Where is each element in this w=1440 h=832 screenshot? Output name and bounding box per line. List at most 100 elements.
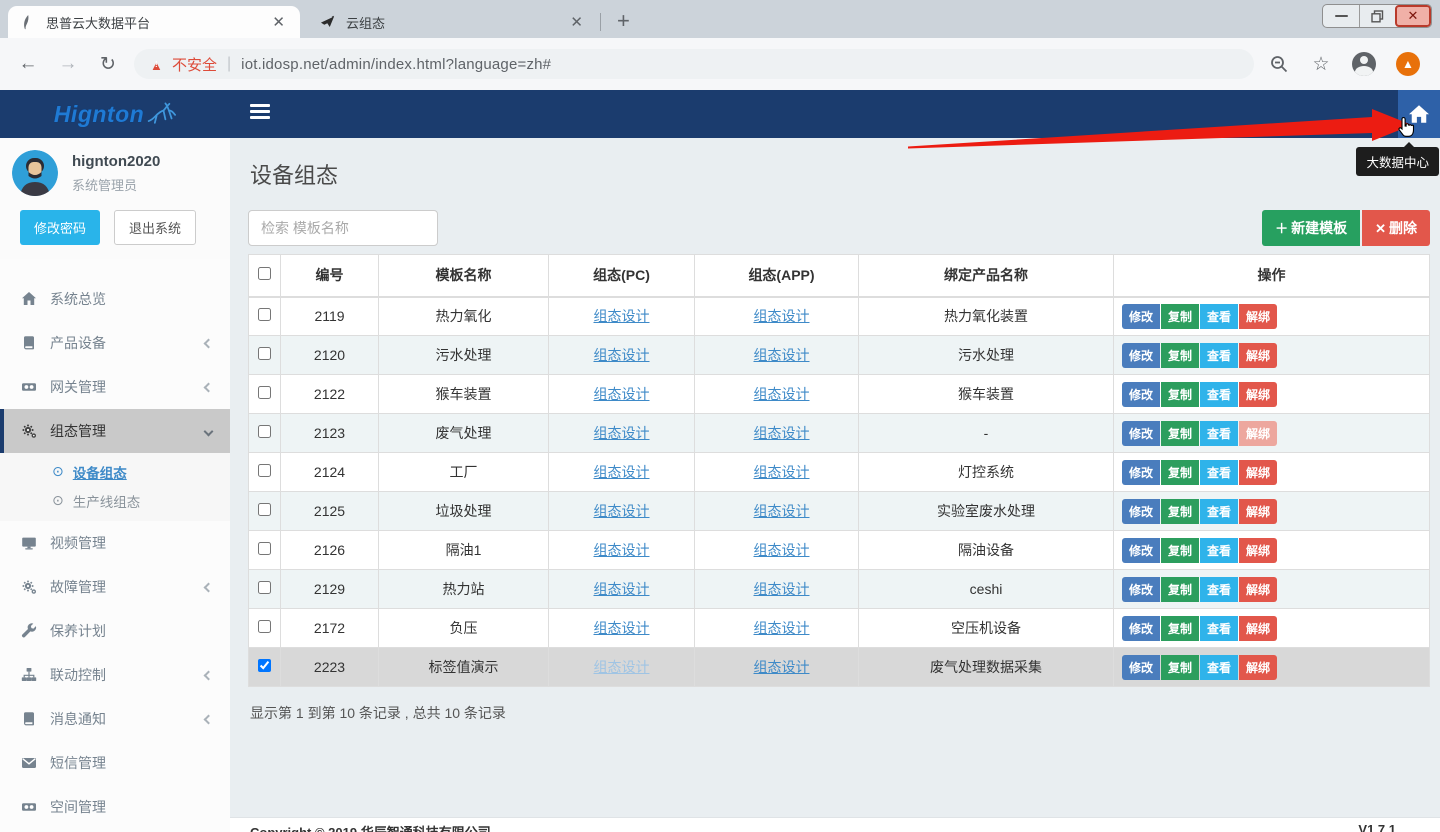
back-icon[interactable]: ←	[8, 53, 48, 75]
datacenter-home-button[interactable]	[1398, 90, 1440, 138]
action-copy-button[interactable]: 复制	[1161, 304, 1199, 329]
reload-icon[interactable]: ↻	[88, 53, 128, 76]
sidebar-item-2[interactable]: 网关管理	[0, 365, 230, 409]
row-checkbox[interactable]	[258, 308, 271, 321]
action-unbind-button[interactable]: 解绑	[1239, 538, 1277, 563]
row-checkbox[interactable]	[258, 581, 271, 594]
action-view-button[interactable]: 查看	[1200, 616, 1238, 641]
app-design-link[interactable]: 组态设计	[754, 386, 810, 402]
sidebar-item-4[interactable]: 视频管理	[0, 521, 230, 565]
row-checkbox[interactable]	[258, 503, 271, 516]
row-checkbox[interactable]	[258, 386, 271, 399]
action-edit-button[interactable]: 修改	[1122, 655, 1160, 680]
app-design-link[interactable]: 组态设计	[754, 464, 810, 480]
logout-button[interactable]: 退出系统	[114, 210, 196, 245]
action-view-button[interactable]: 查看	[1200, 343, 1238, 368]
browser-tab-platform[interactable]: 思普云大数据平台 ✕	[8, 6, 300, 38]
app-design-link[interactable]: 组态设计	[754, 581, 810, 597]
row-checkbox[interactable]	[258, 620, 271, 633]
action-unbind-button[interactable]: 解绑	[1239, 577, 1277, 602]
action-view-button[interactable]: 查看	[1200, 499, 1238, 524]
sidebar-item-7[interactable]: 联动控制	[0, 653, 230, 697]
sidebar-item-5[interactable]: 故障管理	[0, 565, 230, 609]
pc-design-link[interactable]: 组态设计	[594, 503, 650, 519]
action-view-button[interactable]: 查看	[1200, 538, 1238, 563]
action-edit-button[interactable]: 修改	[1122, 577, 1160, 602]
action-copy-button[interactable]: 复制	[1161, 577, 1199, 602]
extension-icon[interactable]: ▲	[1396, 52, 1420, 76]
action-view-button[interactable]: 查看	[1200, 421, 1238, 446]
app-design-link[interactable]: 组态设计	[754, 620, 810, 636]
zoom-out-icon[interactable]	[1268, 53, 1290, 75]
action-copy-button[interactable]: 复制	[1161, 538, 1199, 563]
window-minimize-button[interactable]	[1323, 5, 1359, 27]
app-design-link[interactable]: 组态设计	[754, 347, 810, 363]
action-copy-button[interactable]: 复制	[1161, 421, 1199, 446]
pc-design-link[interactable]: 组态设计	[594, 542, 650, 558]
action-copy-button[interactable]: 复制	[1161, 655, 1199, 680]
sidebar-item-10[interactable]: 空间管理	[0, 785, 230, 829]
action-edit-button[interactable]: 修改	[1122, 382, 1160, 407]
pc-design-link[interactable]: 组态设计	[594, 581, 650, 597]
action-unbind-button[interactable]: 解绑	[1239, 655, 1277, 680]
action-view-button[interactable]: 查看	[1200, 382, 1238, 407]
submenu-item[interactable]: ⊙设备组态	[0, 457, 230, 486]
pc-design-link[interactable]: 组态设计	[594, 308, 650, 324]
action-view-button[interactable]: 查看	[1200, 460, 1238, 485]
action-unbind-button[interactable]: 解绑	[1239, 343, 1277, 368]
action-unbind-button[interactable]: 解绑	[1239, 421, 1277, 446]
pc-design-link[interactable]: 组态设计	[594, 464, 650, 480]
action-unbind-button[interactable]: 解绑	[1239, 616, 1277, 641]
sidebar-item-6[interactable]: 保养计划	[0, 609, 230, 653]
pc-design-link[interactable]: 组态设计	[594, 620, 650, 636]
action-unbind-button[interactable]: 解绑	[1239, 499, 1277, 524]
action-edit-button[interactable]: 修改	[1122, 460, 1160, 485]
row-checkbox[interactable]	[258, 542, 271, 555]
action-copy-button[interactable]: 复制	[1161, 499, 1199, 524]
app-design-link[interactable]: 组态设计	[754, 659, 810, 675]
action-edit-button[interactable]: 修改	[1122, 343, 1160, 368]
delete-button[interactable]: ✕删除	[1362, 210, 1430, 246]
action-unbind-button[interactable]: 解绑	[1239, 304, 1277, 329]
action-edit-button[interactable]: 修改	[1122, 616, 1160, 641]
app-design-link[interactable]: 组态设计	[754, 542, 810, 558]
pc-design-link[interactable]: 组态设计	[594, 386, 650, 402]
action-edit-button[interactable]: 修改	[1122, 304, 1160, 329]
app-design-link[interactable]: 组态设计	[754, 308, 810, 324]
row-checkbox[interactable]	[258, 347, 271, 360]
browser-profile-icon[interactable]	[1352, 52, 1376, 76]
forward-icon[interactable]: →	[48, 53, 88, 75]
address-bar[interactable]: ▲! 不安全 | iot.idosp.net/admin/index.html?…	[134, 49, 1254, 79]
search-input[interactable]	[248, 210, 438, 246]
action-edit-button[interactable]: 修改	[1122, 538, 1160, 563]
action-view-button[interactable]: 查看	[1200, 304, 1238, 329]
action-view-button[interactable]: 查看	[1200, 577, 1238, 602]
sidebar-item-8[interactable]: 消息通知	[0, 697, 230, 741]
sidebar-item-1[interactable]: 产品设备	[0, 321, 230, 365]
hamburger-menu-icon[interactable]	[250, 104, 270, 122]
submenu-item[interactable]: ⊙生产线组态	[0, 486, 230, 515]
sidebar-item-9[interactable]: 短信管理	[0, 741, 230, 785]
row-checkbox[interactable]	[258, 425, 271, 438]
change-password-button[interactable]: 修改密码	[20, 210, 100, 245]
action-edit-button[interactable]: 修改	[1122, 421, 1160, 446]
browser-tab-scada[interactable]: 云组态 ✕	[308, 6, 598, 38]
row-checkbox[interactable]	[258, 464, 271, 477]
action-copy-button[interactable]: 复制	[1161, 382, 1199, 407]
new-tab-button[interactable]: +	[617, 8, 630, 34]
action-copy-button[interactable]: 复制	[1161, 343, 1199, 368]
action-unbind-button[interactable]: 解绑	[1239, 460, 1277, 485]
new-template-button[interactable]: ＋新建模板	[1262, 210, 1360, 246]
select-all-checkbox[interactable]	[258, 267, 271, 280]
tab-close-icon[interactable]: ✕	[565, 12, 588, 32]
action-copy-button[interactable]: 复制	[1161, 460, 1199, 485]
app-design-link[interactable]: 组态设计	[754, 425, 810, 441]
bookmark-star-icon[interactable]: ☆	[1310, 53, 1332, 75]
action-unbind-button[interactable]: 解绑	[1239, 382, 1277, 407]
pc-design-link[interactable]: 组态设计	[594, 659, 650, 675]
action-copy-button[interactable]: 复制	[1161, 616, 1199, 641]
window-close-button[interactable]: ✕	[1395, 5, 1431, 27]
action-edit-button[interactable]: 修改	[1122, 499, 1160, 524]
tab-close-icon[interactable]: ✕	[267, 12, 290, 32]
window-restore-button[interactable]	[1359, 5, 1395, 27]
